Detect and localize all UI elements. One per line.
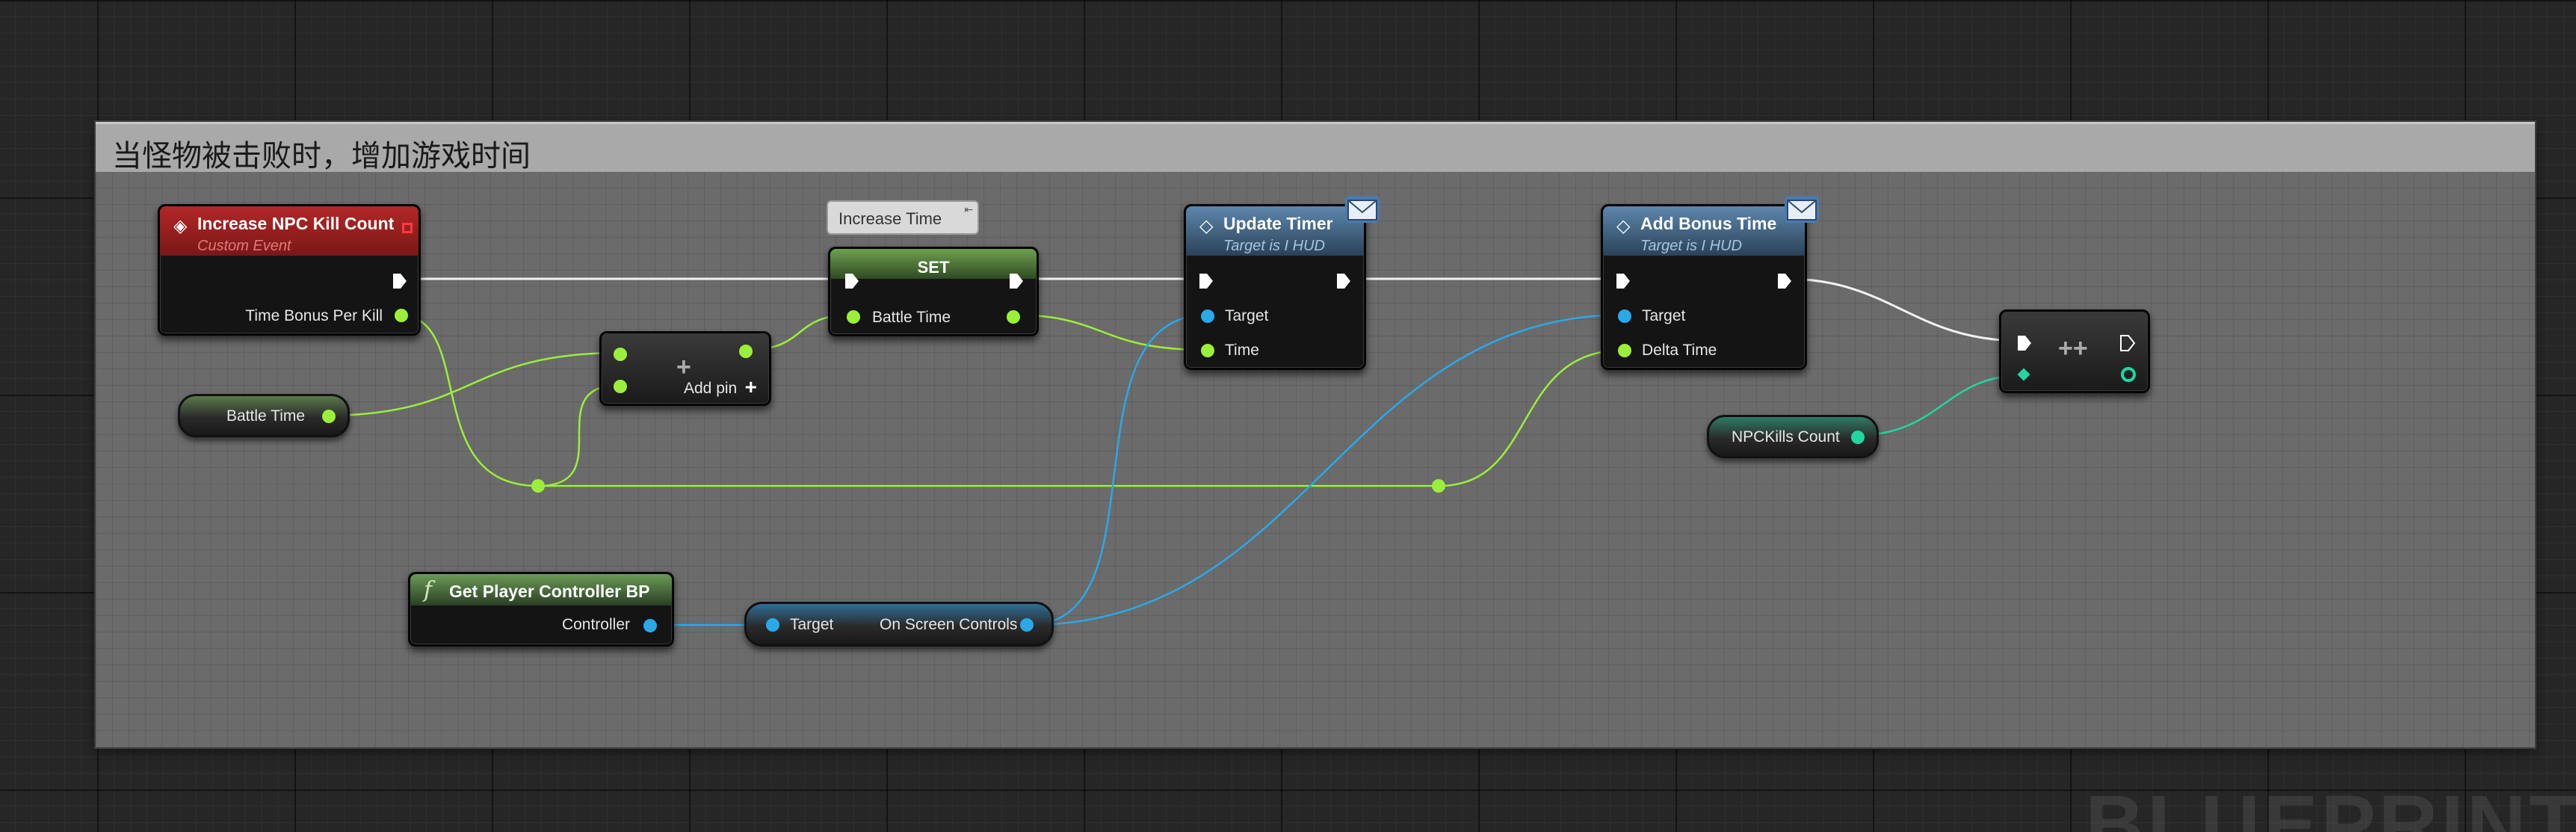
float-wire-reroute-to-delta bbox=[1438, 348, 1626, 487]
increment-int-node[interactable]: ++ bbox=[1999, 309, 2150, 393]
tooltip-scroll-icon: ⇤ bbox=[964, 203, 973, 215]
message-envelope-icon bbox=[1785, 196, 1819, 223]
float-out-pin-icon[interactable] bbox=[1007, 310, 1020, 324]
exec-out-pin-icon[interactable] bbox=[1776, 272, 1793, 290]
pin-label-time-bonus: Time Bonus Per Kill bbox=[245, 307, 383, 324]
exec-out-pin-icon[interactable] bbox=[1335, 272, 1352, 290]
exec-in-pin-icon[interactable] bbox=[1198, 272, 1214, 290]
float-in-pin-b-icon[interactable] bbox=[614, 380, 627, 393]
update-timer-title: Update Timer bbox=[1223, 214, 1333, 233]
function-f-icon: f bbox=[424, 577, 433, 603]
add-bonus-time-node[interactable]: ◇ Add Bonus Time Target is I HUD Target … bbox=[1601, 204, 1807, 370]
npc-kills-getter-label: NPCKills Count bbox=[1732, 428, 1840, 446]
battle-time-getter-label: Battle Time bbox=[226, 407, 306, 425]
blueprint-watermark: BLUEPRINT bbox=[2085, 779, 2576, 832]
object-in-pin-icon[interactable] bbox=[1618, 309, 1631, 323]
int-out-pin-icon[interactable] bbox=[2121, 367, 2136, 382]
int-in-pin-icon[interactable] bbox=[2017, 368, 2030, 381]
blueprint-graph-canvas[interactable]: 当怪物被击败时，增加游戏时间 ◈ Increase NPC Kill Count… bbox=[0, 0, 2576, 832]
float-wire-time-bonus-to-reroute bbox=[397, 313, 539, 487]
object-out-pin-icon[interactable] bbox=[1020, 618, 1034, 632]
exec-out-pin-icon[interactable] bbox=[2119, 334, 2136, 352]
on-screen-pin-target: Target bbox=[790, 616, 834, 633]
add-bonus-time-title: Add Bonus Time bbox=[1640, 214, 1777, 233]
function-diamond-icon: ◇ bbox=[1616, 216, 1631, 236]
wires-layer bbox=[322, 277, 2024, 626]
add-bonus-pin-delta: Delta Time bbox=[1642, 342, 1717, 359]
event-delegate-pin-icon[interactable] bbox=[402, 223, 413, 233]
set-node-title: SET bbox=[917, 258, 950, 277]
increment-operator-icon: ++ bbox=[2058, 334, 2088, 363]
object-wire-controls-to-update-target bbox=[1028, 313, 1209, 626]
add-operator-icon: + bbox=[676, 353, 691, 381]
on-screen-pin-output: On Screen Controls bbox=[880, 616, 1018, 633]
add-pin-plus-icon[interactable]: + bbox=[745, 375, 757, 399]
add-float-node[interactable]: + Add pin + bbox=[599, 331, 771, 406]
add-pin-label[interactable]: Add pin bbox=[684, 380, 737, 398]
exec-wire-add-bonus-to-increment bbox=[1785, 277, 2022, 342]
exec-in-pin-icon[interactable] bbox=[2016, 334, 2033, 352]
exec-in-pin-icon[interactable] bbox=[844, 272, 860, 290]
float-in-pin-a-icon[interactable] bbox=[614, 348, 627, 361]
message-envelope-icon bbox=[1345, 196, 1380, 223]
add-bonus-time-subtitle: Target is I HUD bbox=[1640, 238, 1742, 254]
variable-tooltip-text: Increase Time bbox=[838, 209, 942, 228]
battle-time-getter-node[interactable]: Battle Time bbox=[178, 394, 350, 437]
exec-in-pin-icon[interactable] bbox=[1615, 272, 1631, 290]
reroute-knot-right bbox=[1432, 479, 1445, 493]
update-timer-node[interactable]: ◇ Update Timer Target is I HUD Target Ti… bbox=[1184, 204, 1366, 370]
exec-out-pin-icon[interactable] bbox=[1008, 272, 1025, 290]
float-in-pin-icon[interactable] bbox=[1201, 344, 1214, 357]
add-bonus-pin-target: Target bbox=[1642, 307, 1686, 324]
object-in-pin-icon[interactable] bbox=[766, 618, 779, 632]
update-timer-subtitle: Target is I HUD bbox=[1223, 238, 1325, 254]
npc-kills-getter-node[interactable]: NPCKills Count bbox=[1707, 415, 1879, 458]
event-subtitle: Custom Event bbox=[197, 238, 291, 254]
int-out-pin-icon[interactable] bbox=[1851, 431, 1865, 444]
float-out-pin-icon[interactable] bbox=[322, 410, 336, 423]
update-timer-pin-time: Time bbox=[1225, 342, 1259, 359]
event-title: Increase NPC Kill Count bbox=[197, 214, 395, 233]
get-player-controller-title: Get Player Controller BP bbox=[449, 582, 650, 601]
on-screen-controls-getter-node[interactable]: Target On Screen Controls bbox=[744, 602, 1054, 647]
float-wire-set-to-time bbox=[1010, 313, 1205, 351]
object-out-pin-icon[interactable] bbox=[643, 619, 657, 632]
float-out-pin-icon[interactable] bbox=[395, 309, 408, 322]
float-in-pin-icon[interactable] bbox=[1618, 344, 1631, 357]
custom-event-node[interactable]: ◈ Increase NPC Kill Count Custom Event T… bbox=[158, 204, 421, 336]
variable-tooltip: Increase Time ⇤ bbox=[827, 200, 979, 235]
get-player-controller-node[interactable]: f Get Player Controller BP Controller bbox=[408, 572, 674, 647]
object-in-pin-icon[interactable] bbox=[1201, 309, 1214, 323]
function-diamond-icon: ◇ bbox=[1199, 216, 1214, 236]
exec-out-pin-icon[interactable] bbox=[392, 272, 408, 290]
event-diamond-icon: ◈ bbox=[173, 216, 188, 236]
set-pin-label-battle-time: Battle Time bbox=[872, 309, 951, 326]
float-in-pin-icon[interactable] bbox=[847, 310, 860, 324]
float-out-pin-icon[interactable] bbox=[739, 345, 753, 358]
pin-label-controller: Controller bbox=[561, 616, 630, 633]
reroute-knot-left bbox=[531, 479, 545, 493]
update-timer-pin-target: Target bbox=[1225, 307, 1269, 324]
float-wire-battle-time-to-add-a bbox=[322, 351, 621, 417]
set-variable-node[interactable]: SET Battle Time bbox=[828, 247, 1039, 336]
